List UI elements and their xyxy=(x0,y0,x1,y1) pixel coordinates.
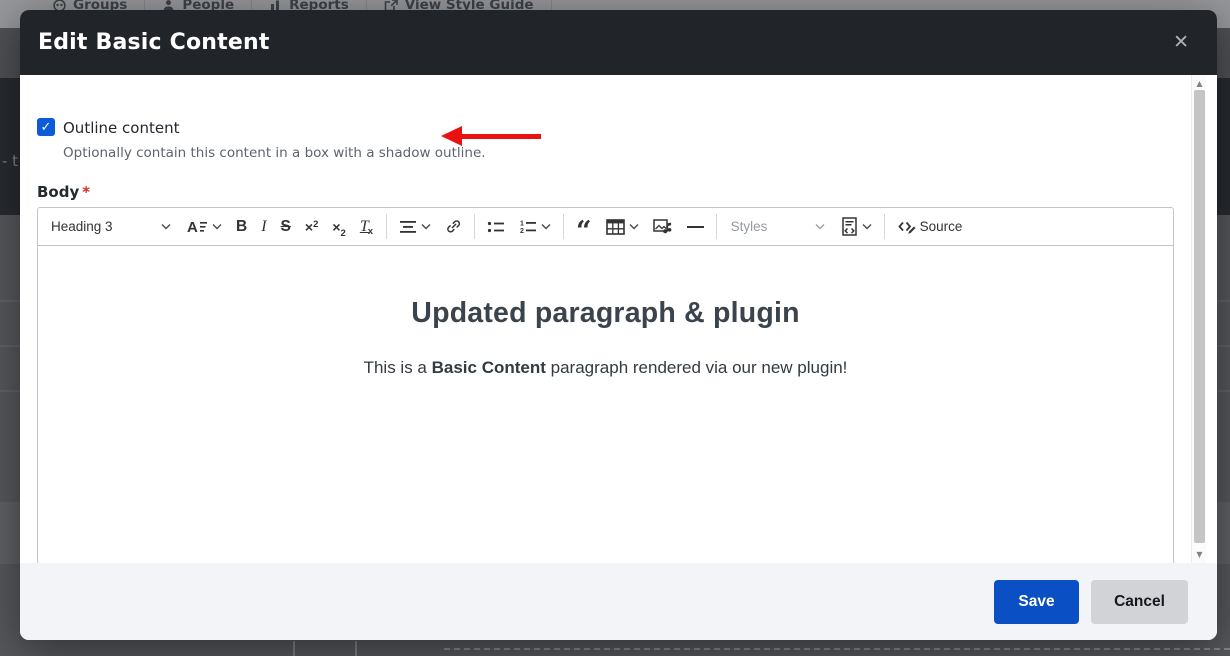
svg-text:2: 2 xyxy=(520,228,524,234)
required-marker: * xyxy=(82,183,90,201)
toolbar-separator xyxy=(563,214,564,239)
font-size-icon: A xyxy=(187,219,208,235)
horizontal-line-icon xyxy=(687,226,704,228)
subscript-button[interactable]: ×2 xyxy=(325,212,352,242)
svg-text:A: A xyxy=(187,219,198,235)
source-icon xyxy=(897,218,916,235)
styles-dropdown[interactable]: Styles xyxy=(722,212,834,242)
remove-format-button[interactable]: Tx xyxy=(353,212,381,242)
insert-media-button[interactable] xyxy=(646,212,680,242)
horizontal-line-button[interactable] xyxy=(680,212,711,242)
bulleted-list-icon xyxy=(487,220,505,234)
remove-format-icon: Tx xyxy=(360,218,374,236)
outline-content-label[interactable]: Outline content xyxy=(63,119,179,137)
toolbar-separator xyxy=(474,214,475,239)
check-icon: ✓ xyxy=(41,120,52,135)
annotation-arrow-shaft xyxy=(460,134,541,139)
chevron-down-icon xyxy=(815,223,825,230)
media-icon xyxy=(653,218,673,235)
source-button[interactable]: Source xyxy=(890,212,970,242)
background-text-fragment: - t xyxy=(2,152,18,170)
bold-button[interactable]: B xyxy=(229,212,254,242)
subscript-icon: ×2 xyxy=(332,219,345,235)
block-quote-button[interactable]: “ xyxy=(569,212,599,242)
bold-icon: B xyxy=(236,218,247,236)
chevron-down-icon xyxy=(629,223,639,230)
modal-scrollbar[interactable]: ▲ ▼ xyxy=(1191,75,1206,563)
heading-dropdown[interactable]: Heading 3 xyxy=(42,212,180,242)
edit-basic-content-modal: Edit Basic Content ✕ ✓ Outline content O… xyxy=(20,10,1217,640)
background-dashed-line xyxy=(444,648,1230,650)
rich-text-editor: Heading 3 A B I S ×2 ×2 xyxy=(37,207,1174,563)
text-alignment-dropdown[interactable] xyxy=(392,212,438,242)
strikethrough-icon: S xyxy=(281,218,291,236)
toolbar-separator xyxy=(386,214,387,239)
annotation-arrow-left-icon xyxy=(441,126,462,146)
editor-content-area[interactable]: Updated paragraph & plugin This is a Bas… xyxy=(38,246,1173,563)
table-icon xyxy=(606,219,625,235)
close-icon[interactable]: ✕ xyxy=(1173,33,1189,52)
save-button[interactable]: Save xyxy=(994,580,1079,624)
content-paragraph-bold: Basic Content xyxy=(432,358,546,377)
numbered-list-icon: 1 2 xyxy=(519,219,537,234)
html-embed-icon xyxy=(841,217,858,236)
chevron-down-icon xyxy=(161,223,171,230)
italic-icon: I xyxy=(261,218,266,236)
bulleted-list-button[interactable] xyxy=(480,212,512,242)
source-label: Source xyxy=(920,219,963,234)
toolbar-separator xyxy=(884,214,885,239)
body-field-label: Body* xyxy=(37,183,90,201)
strikethrough-button[interactable]: S xyxy=(274,212,298,242)
chevron-down-icon xyxy=(212,223,222,230)
chevron-down-icon xyxy=(862,223,872,230)
modal-body: ✓ Outline content Optionally contain thi… xyxy=(20,75,1217,563)
background-table-line xyxy=(293,641,295,656)
content-paragraph: This is a Basic Content paragraph render… xyxy=(38,358,1173,378)
italic-button[interactable]: I xyxy=(254,212,273,242)
superscript-icon: ×2 xyxy=(305,219,318,235)
svg-text:1: 1 xyxy=(520,221,524,228)
chevron-down-icon xyxy=(421,223,431,230)
font-size-button[interactable]: A xyxy=(180,212,229,242)
modal-title: Edit Basic Content xyxy=(38,30,270,55)
link-button[interactable] xyxy=(438,212,469,242)
styles-placeholder: Styles xyxy=(731,219,768,234)
cancel-button[interactable]: Cancel xyxy=(1091,580,1188,624)
scroll-down-icon[interactable]: ▼ xyxy=(1192,550,1207,559)
link-icon xyxy=(445,218,462,235)
outline-content-help: Optionally contain this content in a box… xyxy=(63,145,486,161)
outline-content-checkbox[interactable]: ✓ xyxy=(37,118,55,136)
modal-footer: Save Cancel xyxy=(20,563,1217,640)
editor-toolbar: Heading 3 A B I S ×2 ×2 xyxy=(38,208,1173,246)
block-quote-icon: “ xyxy=(576,228,592,236)
scroll-up-icon[interactable]: ▲ xyxy=(1192,79,1207,88)
background-table-line xyxy=(355,641,357,656)
content-heading: Updated paragraph & plugin xyxy=(38,246,1173,330)
superscript-button[interactable]: ×2 xyxy=(298,212,325,242)
html-embed-dropdown[interactable] xyxy=(834,212,879,242)
scrollbar-thumb[interactable] xyxy=(1194,90,1205,543)
insert-table-dropdown[interactable] xyxy=(599,212,646,242)
toolbar-separator xyxy=(716,214,717,239)
heading-dropdown-value: Heading 3 xyxy=(51,219,113,234)
chevron-down-icon xyxy=(541,223,551,230)
modal-header: Edit Basic Content ✕ xyxy=(20,10,1217,75)
align-icon xyxy=(399,220,417,234)
numbered-list-dropdown[interactable]: 1 2 xyxy=(512,212,558,242)
